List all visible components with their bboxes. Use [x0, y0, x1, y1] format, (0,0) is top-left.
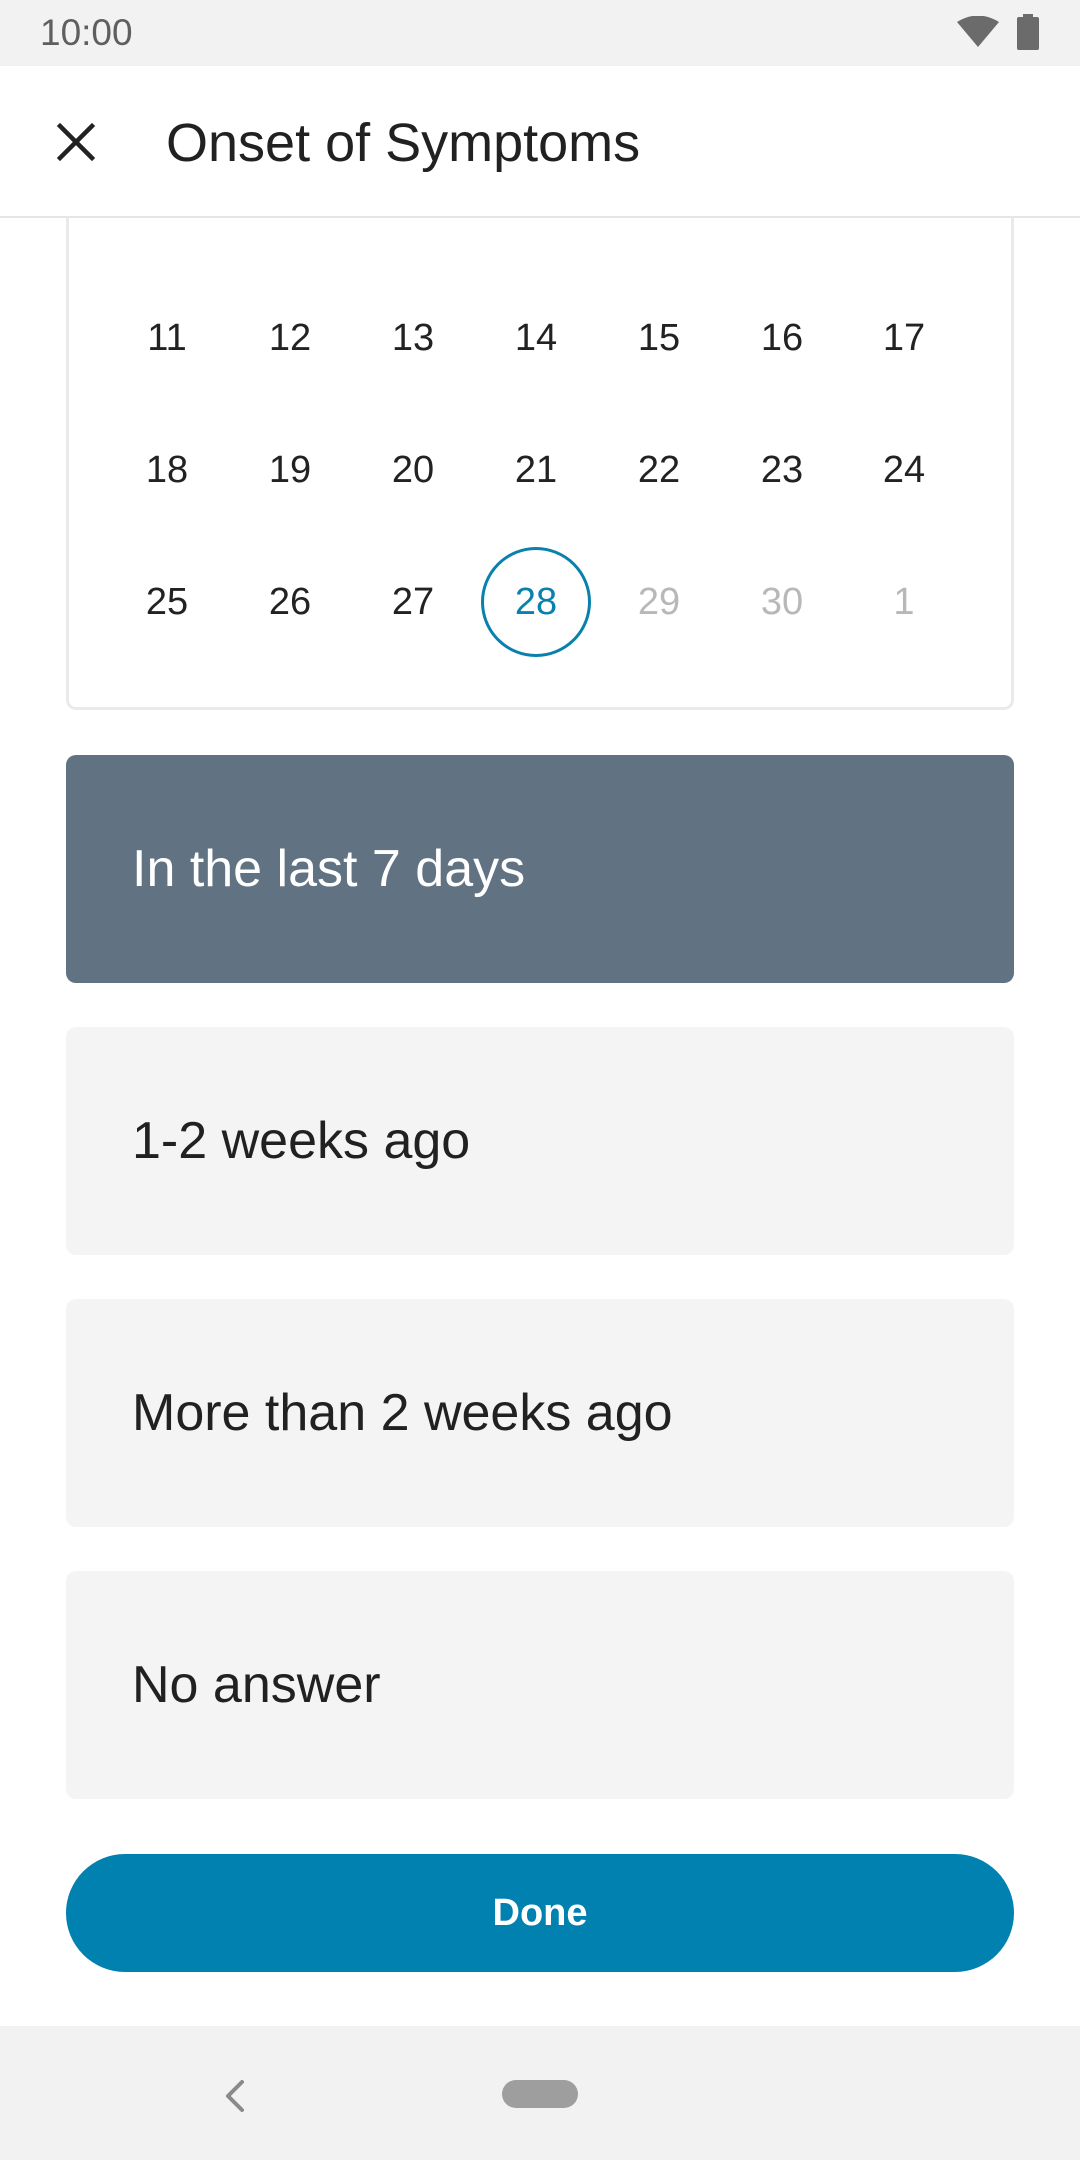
calendar-day[interactable]: 21 — [481, 415, 591, 525]
option-last-7-days[interactable]: In the last 7 days — [66, 755, 1014, 983]
calendar-day-disabled: 29 — [637, 580, 681, 623]
app-bar: Onset of Symptoms — [0, 66, 1080, 218]
wifi-icon — [957, 16, 999, 47]
calendar-day[interactable]: 17 — [849, 283, 959, 393]
navigation-bar — [0, 2026, 1080, 2160]
calendar-day[interactable]: 11 — [112, 283, 222, 393]
done-label: Done — [492, 1891, 588, 1934]
option-label: More than 2 weeks ago — [132, 1384, 673, 1442]
calendar-day-disabled: 1 — [893, 580, 915, 623]
calendar-day[interactable]: 26 — [235, 547, 345, 657]
calendar-day-disabled: 30 — [760, 580, 804, 623]
close-icon[interactable] — [52, 118, 100, 166]
calendar-day[interactable]: 20 — [358, 415, 468, 525]
calendar-day[interactable]: 22 — [604, 415, 714, 525]
calendar-day[interactable]: 15 — [604, 283, 714, 393]
option-label: 1-2 weeks ago — [132, 1112, 471, 1170]
calendar-day[interactable]: 12 — [235, 283, 345, 393]
option-no-answer[interactable]: No answer — [66, 1571, 1014, 1799]
calendar-day[interactable]: 14 — [481, 283, 591, 393]
option-1-2-weeks[interactable]: 1-2 weeks ago — [66, 1027, 1014, 1255]
option-more-than-2-weeks[interactable]: More than 2 weeks ago — [66, 1299, 1014, 1527]
status-time: 10:00 — [40, 12, 133, 53]
option-label: No answer — [132, 1656, 381, 1714]
status-bar: 10:00 — [0, 0, 1080, 66]
calendar-day[interactable]: 16 — [727, 283, 837, 393]
battery-icon — [1017, 14, 1039, 50]
page-title: Onset of Symptoms — [166, 113, 641, 173]
calendar-day[interactable]: 27 — [358, 547, 468, 657]
done-button[interactable]: Done — [66, 1854, 1014, 1972]
home-pill[interactable] — [502, 2080, 578, 2108]
back-nav-icon[interactable] — [220, 2078, 250, 2114]
calendar-day[interactable]: 23 — [727, 415, 837, 525]
calendar-day[interactable]: 25 — [112, 547, 222, 657]
calendar-day[interactable]: 13 — [358, 283, 468, 393]
calendar-day[interactable]: 24 — [849, 415, 959, 525]
calendar-day[interactable]: 19 — [235, 415, 345, 525]
calendar-day[interactable]: 18 — [112, 415, 222, 525]
calendar-day-selected[interactable]: 28 — [481, 547, 591, 657]
option-label: In the last 7 days — [132, 840, 526, 898]
calendar-card: 11 12 13 14 15 16 17 18 19 20 21 22 23 2… — [66, 150, 1014, 710]
